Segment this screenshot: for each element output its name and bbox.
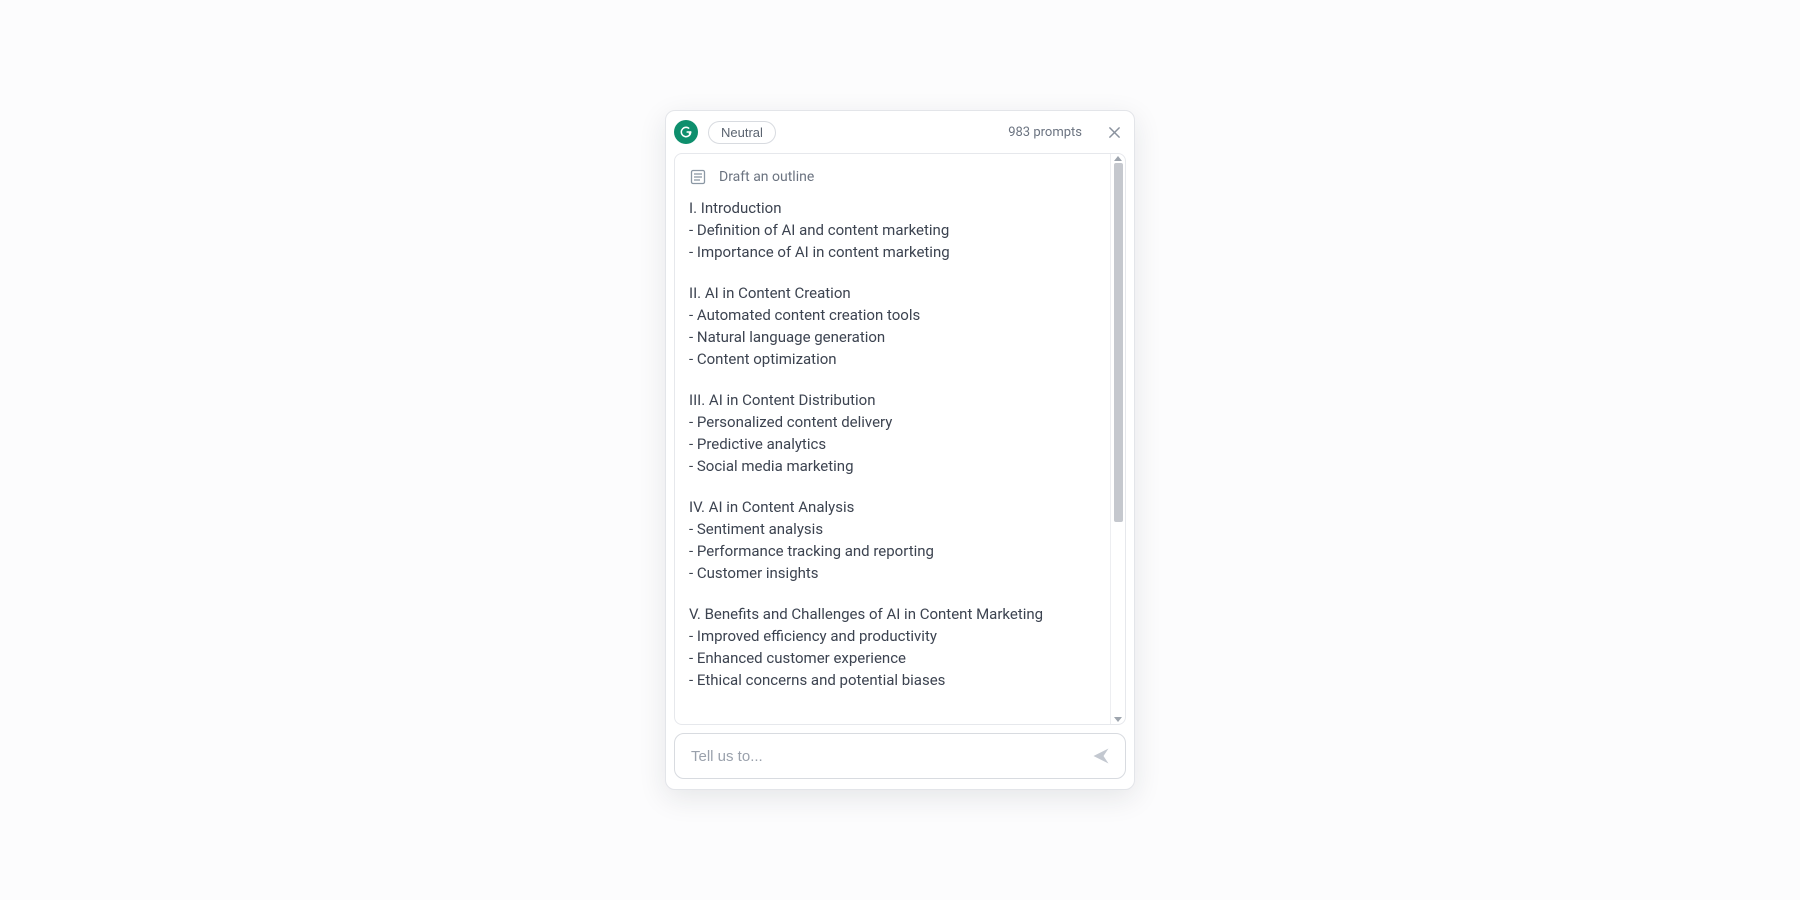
outline-bullet: - Definition of AI and content marketing xyxy=(689,220,1096,242)
content-scroll: Draft an outline I. Introduction- Defini… xyxy=(675,154,1110,724)
prompt-input[interactable] xyxy=(691,748,1077,765)
outline-section-heading: III. AI in Content Distribution xyxy=(689,390,1096,412)
outline-bullet: - Enhanced customer experience xyxy=(689,648,1096,670)
outline-icon xyxy=(689,168,707,186)
outline-bullet: - Customer insights xyxy=(689,563,1096,585)
send-button[interactable] xyxy=(1087,742,1115,770)
outline-bullet: - Automated content creation tools xyxy=(689,305,1096,327)
close-icon xyxy=(1108,126,1121,139)
outline-section: II. AI in Content Creation- Automated co… xyxy=(689,283,1096,370)
outline-section-heading: V. Benefits and Challenges of AI in Cont… xyxy=(689,604,1096,626)
prompts-count: 983 prompts xyxy=(1008,125,1082,140)
outline-bullet: - Sentiment analysis xyxy=(689,519,1096,541)
scrollbar-thumb[interactable] xyxy=(1114,163,1123,522)
outline-section-heading: I. Introduction xyxy=(689,198,1096,220)
close-button[interactable] xyxy=(1104,122,1124,142)
outline-body: I. Introduction- Definition of AI and co… xyxy=(689,198,1096,691)
grammarly-logo-icon xyxy=(674,120,698,144)
outline-section-heading: IV. AI in Content Analysis xyxy=(689,497,1096,519)
content-area: Draft an outline I. Introduction- Defini… xyxy=(674,153,1126,725)
outline-section: V. Benefits and Challenges of AI in Cont… xyxy=(689,604,1096,691)
outline-section-heading: II. AI in Content Creation xyxy=(689,283,1096,305)
panel-header: Neutral 983 prompts xyxy=(666,111,1134,153)
outline-bullet: - Performance tracking and reporting xyxy=(689,541,1096,563)
action-label: Draft an outline xyxy=(719,169,814,185)
prompt-input-bar xyxy=(674,733,1126,779)
scroll-down-icon[interactable] xyxy=(1114,717,1122,722)
outline-bullet: - Improved efficiency and productivity xyxy=(689,626,1096,648)
outline-bullet: - Social media marketing xyxy=(689,456,1096,478)
scrollbar[interactable] xyxy=(1110,154,1125,724)
outline-bullet: - Content optimization xyxy=(689,349,1096,371)
outline-bullet: - Natural language generation xyxy=(689,327,1096,349)
action-row: Draft an outline xyxy=(689,168,1096,186)
outline-section: III. AI in Content Distribution- Persona… xyxy=(689,390,1096,477)
outline-bullet: - Ethical concerns and potential biases xyxy=(689,670,1096,692)
tone-chip[interactable]: Neutral xyxy=(708,121,776,144)
outline-section: I. Introduction- Definition of AI and co… xyxy=(689,198,1096,263)
scrollbar-track[interactable] xyxy=(1114,163,1123,715)
outline-bullet: - Importance of AI in content marketing xyxy=(689,242,1096,264)
outline-section: IV. AI in Content Analysis- Sentiment an… xyxy=(689,497,1096,584)
send-icon xyxy=(1091,746,1111,766)
assistant-panel: Neutral 983 prompts Draft an outline xyxy=(665,110,1135,790)
outline-bullet: - Personalized content delivery xyxy=(689,412,1096,434)
outline-bullet: - Predictive analytics xyxy=(689,434,1096,456)
scroll-up-icon[interactable] xyxy=(1114,156,1122,161)
